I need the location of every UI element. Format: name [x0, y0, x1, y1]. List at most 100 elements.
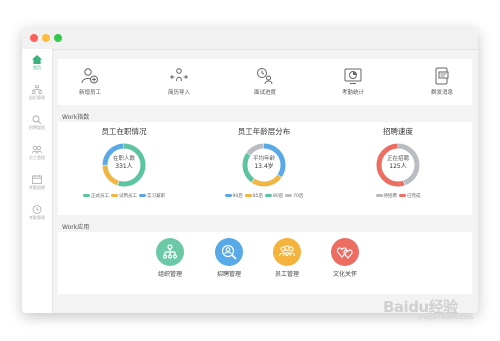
attendance-stats-button[interactable]: 考勤统计: [323, 67, 383, 96]
home-icon: [32, 55, 42, 64]
legend-swatch: [375, 194, 383, 197]
action-label: 群发消息: [430, 90, 453, 96]
legend-swatch: [83, 194, 90, 197]
legend-swatch: [224, 194, 232, 197]
ring-center-value: 331人: [115, 163, 133, 170]
action-label: 新增员工: [78, 90, 101, 96]
legend-item: 已完成: [399, 193, 421, 199]
sidebar-item-label: 员工管理: [29, 155, 45, 160]
donut-chart: 平均年龄 13.4岁: [241, 142, 287, 188]
legend-swatch: [285, 194, 293, 197]
legend-label: 实习兼职: [147, 194, 165, 199]
legend-item: 70后: [285, 193, 303, 199]
app-employee-management[interactable]: 员工管理: [257, 238, 317, 278]
interview-progress-button[interactable]: 面试进度: [235, 67, 295, 96]
quick-actions-panel: 新增员工 简历导入 面试进度 考勤统计 群发消息: [58, 59, 472, 105]
interview-icon: [257, 68, 273, 85]
legend-label: 90后: [232, 194, 243, 199]
legend-label: 正式员工: [91, 194, 109, 199]
app-icon-circle: [331, 238, 359, 266]
app-org-management[interactable]: 组织管理: [140, 238, 200, 278]
close-window-button[interactable]: [30, 34, 38, 42]
stats-icon: [344, 68, 362, 84]
app-label: 文化关怀: [332, 271, 357, 278]
donut-chart: 在职人数 331人: [101, 142, 147, 188]
ring-center-value: 13.4岁: [254, 163, 274, 170]
legend-swatch: [244, 194, 252, 197]
donut-chart: 正在招聘 125人: [375, 142, 421, 188]
legend-label: 待招聘: [383, 194, 398, 199]
search-user-icon: [221, 244, 237, 260]
maximize-window-button[interactable]: [54, 34, 62, 42]
app-label: 员工管理: [274, 271, 299, 278]
resume-import-button[interactable]: 简历导入: [149, 67, 209, 96]
ring-center-label: 在职人数: [112, 156, 135, 162]
stat-title: 员工在职情况: [101, 127, 147, 136]
action-label: 简历导入: [167, 90, 190, 96]
legend-item: 80后: [265, 193, 283, 199]
group-icon: [279, 245, 295, 257]
chart-legend: 正式员工 试用员工 实习兼职: [64, 193, 184, 199]
legend-item: 试用员工: [111, 193, 137, 199]
app-culture-care[interactable]: 文化关怀: [315, 238, 375, 278]
hearts-icon: [337, 247, 353, 259]
legend-swatch: [111, 194, 118, 197]
app-icon-circle: [273, 238, 301, 266]
ring-center-label: 正在招聘: [386, 156, 409, 162]
watermark-url: jingyan.baidu.com: [418, 314, 474, 321]
sidebar-item-label: 考勤假期: [29, 185, 45, 190]
app-icon-circle: [215, 238, 243, 266]
add-user-icon: [81, 68, 98, 84]
sidebar-item-clock[interactable]: 考勤管理: [22, 205, 52, 233]
org-tree-icon: [162, 244, 178, 259]
sidebar-item-org[interactable]: 组织管理: [22, 85, 52, 113]
stat-card-age: 员工年龄层分布 平均年龄 13.4岁 90后 85后 80后 70后: [204, 126, 324, 199]
app-label: 组织管理: [157, 271, 182, 278]
sidebar-item-label: 组织管理: [29, 95, 45, 100]
legend-item: 85后: [244, 193, 263, 199]
work-apps-panel: 组织管理 招聘管理 员工管理 文化关怀: [58, 232, 472, 294]
recruit-icon: [32, 115, 42, 124]
legend-item: 待招聘: [375, 193, 398, 199]
message-icon: [435, 67, 449, 85]
sidebar-item-attendance[interactable]: 考勤假期: [22, 175, 52, 203]
app-icon-circle: [156, 238, 184, 266]
sidebar: 首页 组织管理 招聘管理 员工管理 考勤假期 考勤管理: [22, 49, 53, 313]
sidebar-item-employee[interactable]: 员工管理: [22, 145, 52, 173]
action-label: 面试进度: [253, 90, 276, 96]
stat-card-recruit: 招聘速度 正在招聘 125人 待招聘 已完成: [338, 126, 458, 199]
legend-label: 80后: [273, 194, 284, 199]
chart-legend: 待招聘 已完成: [338, 193, 458, 199]
stat-title: 员工年龄层分布: [237, 127, 291, 136]
chart-legend: 90后 85后 80后 70后: [204, 193, 324, 199]
legend-swatch: [265, 194, 272, 197]
stat-card-employment: 员工在职情况 在职人数 331人 正式员工 试用员工 实习兼职: [64, 126, 184, 199]
employee-icon: [32, 145, 42, 154]
legend-item: 实习兼职: [139, 193, 165, 199]
legend-item: 90后: [224, 193, 243, 199]
legend-swatch: [399, 194, 406, 197]
app-window: 首页 组织管理 招聘管理 员工管理 考勤假期 考勤管理 新增员工 简历导入 面试…: [22, 27, 478, 313]
ring-center-label: 平均年龄: [252, 156, 275, 162]
work-index-panel: 员工在职情况 在职人数 331人 正式员工 试用员工 实习兼职 员工年龄层分布 平均…: [58, 122, 472, 215]
legend-item: 正式员工: [83, 193, 109, 199]
sidebar-item-label: 考勤管理: [29, 215, 45, 220]
work-apps-title: Work应用: [62, 224, 90, 231]
work-index-title: Work指数: [62, 114, 90, 121]
import-icon: [170, 68, 188, 82]
ring-center-value: 125人: [389, 163, 407, 170]
clock-icon: [32, 205, 42, 214]
sidebar-item-recruit[interactable]: 招聘管理: [22, 115, 52, 143]
sidebar-item-home[interactable]: 首页: [22, 55, 52, 83]
sidebar-item-label: 首页: [33, 65, 41, 70]
legend-label: 已完成: [407, 194, 421, 199]
stat-title: 招聘速度: [383, 127, 413, 136]
legend-swatch: [139, 194, 146, 197]
action-label: 考勤统计: [341, 90, 364, 96]
add-employee-button[interactable]: 新增员工: [60, 67, 120, 96]
legend-label: 85后: [252, 194, 263, 199]
app-recruit-management[interactable]: 招聘管理: [199, 238, 259, 278]
broadcast-message-button[interactable]: 群发消息: [412, 67, 472, 96]
sidebar-item-label: 招聘管理: [29, 125, 45, 130]
minimize-window-button[interactable]: [42, 34, 50, 42]
